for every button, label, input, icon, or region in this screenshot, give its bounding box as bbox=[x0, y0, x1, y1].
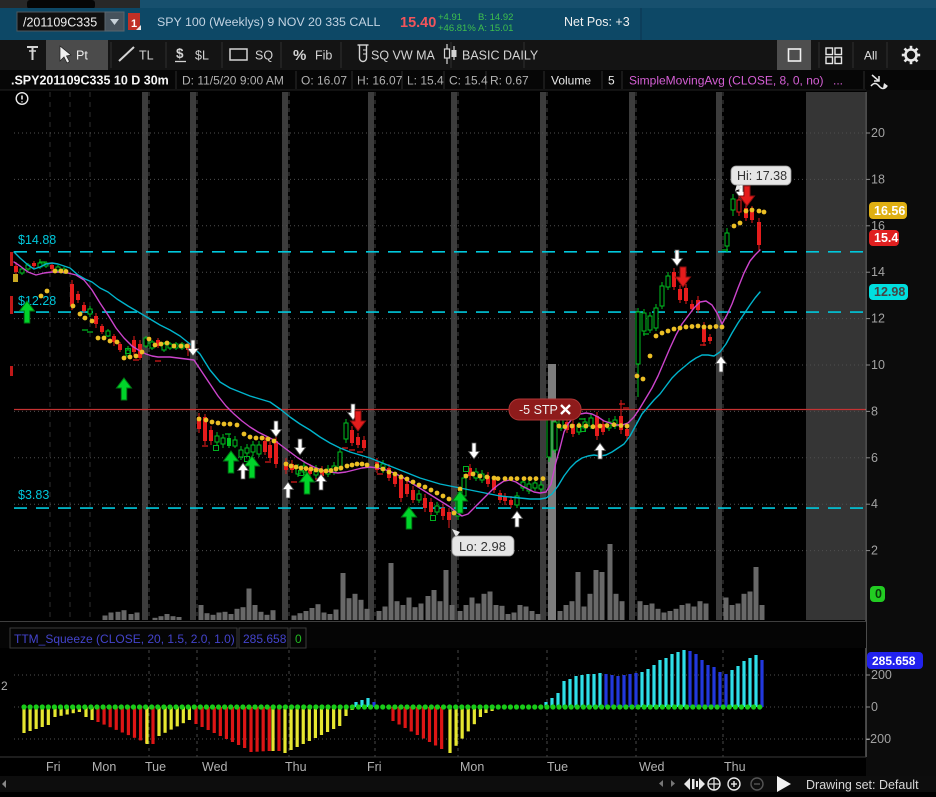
svg-text:$L: $L bbox=[195, 49, 209, 63]
svg-text:.SPY201109C335 10 D 30m: .SPY201109C335 10 D 30m bbox=[11, 74, 169, 88]
svg-text:+4.91: +4.91 bbox=[438, 12, 462, 23]
svg-text:L: 15.4: L: 15.4 bbox=[407, 74, 444, 88]
svg-text:15.40: 15.40 bbox=[400, 15, 436, 31]
svg-text:/201109C335: /201109C335 bbox=[23, 16, 97, 30]
svg-text:Mon: Mon bbox=[460, 760, 484, 774]
svg-text:Fri: Fri bbox=[46, 760, 61, 774]
svg-text:5: 5 bbox=[608, 74, 615, 88]
svg-text:0: 0 bbox=[871, 700, 878, 714]
svg-text:285.658: 285.658 bbox=[243, 632, 287, 646]
svg-text:2: 2 bbox=[871, 544, 878, 558]
svg-text:0: 0 bbox=[295, 632, 302, 646]
svg-text:Thu: Thu bbox=[285, 760, 307, 774]
svg-text:$3.83: $3.83 bbox=[18, 488, 49, 502]
svg-text:Lo: 2.98: Lo: 2.98 bbox=[459, 539, 506, 554]
svg-text:SPY 100 (Weeklys) 9 NOV 20 335: SPY 100 (Weeklys) 9 NOV 20 335 CALL bbox=[157, 15, 380, 29]
svg-text:C: 15.4: C: 15.4 bbox=[449, 74, 488, 88]
svg-text:4: 4 bbox=[871, 497, 878, 511]
svg-text:All: All bbox=[864, 49, 877, 63]
svg-text:...: ... bbox=[833, 74, 843, 88]
svg-text:$: $ bbox=[176, 46, 184, 61]
svg-text:B: 14.92: B: 14.92 bbox=[478, 12, 513, 23]
svg-text:14: 14 bbox=[871, 265, 885, 279]
svg-text:Wed: Wed bbox=[202, 760, 228, 774]
svg-text:-5 STP: -5 STP bbox=[519, 403, 558, 417]
svg-text:200: 200 bbox=[871, 668, 892, 682]
svg-text:-200: -200 bbox=[866, 732, 891, 746]
svg-text:20: 20 bbox=[871, 126, 885, 140]
svg-text:+46.81%: +46.81% bbox=[438, 23, 476, 34]
svg-text:Tue: Tue bbox=[547, 760, 568, 774]
svg-text:16.56: 16.56 bbox=[874, 204, 905, 218]
svg-text:Mon: Mon bbox=[92, 760, 116, 774]
svg-text:285.658: 285.658 bbox=[872, 654, 916, 668]
svg-text:1: 1 bbox=[131, 18, 137, 30]
svg-text:TL: TL bbox=[139, 49, 154, 63]
svg-text:0: 0 bbox=[875, 587, 882, 601]
svg-text:Tue: Tue bbox=[145, 760, 166, 774]
svg-text:18: 18 bbox=[871, 172, 885, 186]
svg-text:SQ: SQ bbox=[255, 49, 273, 63]
svg-text:A: 15.01: A: 15.01 bbox=[478, 23, 513, 34]
svg-text:10: 10 bbox=[871, 358, 885, 372]
svg-text:8: 8 bbox=[871, 404, 878, 418]
svg-text:Thu: Thu bbox=[724, 760, 746, 774]
svg-text:Net Pos: +3: Net Pos: +3 bbox=[564, 15, 630, 29]
svg-text:Fib: Fib bbox=[315, 49, 332, 63]
svg-text:6: 6 bbox=[871, 451, 878, 465]
svg-text:Hi: 17.38: Hi: 17.38 bbox=[737, 169, 787, 183]
svg-text:%: % bbox=[293, 47, 306, 64]
svg-text:H: 16.07: H: 16.07 bbox=[357, 74, 403, 88]
svg-text:Fri: Fri bbox=[367, 760, 382, 774]
svg-text:12.98: 12.98 bbox=[874, 285, 905, 299]
svg-text:D: 11/5/20 9:00 AM: D: 11/5/20 9:00 AM bbox=[182, 74, 284, 88]
svg-text:O: 16.07: O: 16.07 bbox=[301, 74, 347, 88]
svg-text:TTM_Squeeze (CLOSE, 20, 1.5, 2: TTM_Squeeze (CLOSE, 20, 1.5, 2.0, 1.0) bbox=[14, 632, 235, 646]
svg-text:Drawing set: Default: Drawing set: Default bbox=[806, 778, 919, 792]
svg-text:2: 2 bbox=[1, 679, 8, 693]
svg-text:Volume: Volume bbox=[551, 74, 591, 88]
svg-text:R: 0.67: R: 0.67 bbox=[490, 74, 529, 88]
svg-text:Pt: Pt bbox=[76, 49, 88, 63]
svg-text:Wed: Wed bbox=[639, 760, 665, 774]
svg-text:SQ VW MA: SQ VW MA bbox=[371, 49, 436, 63]
svg-text:$14.88: $14.88 bbox=[18, 233, 56, 247]
svg-text:15.4: 15.4 bbox=[874, 231, 898, 245]
svg-text:12: 12 bbox=[871, 312, 885, 326]
svg-text:SimpleMovingAvg (CLOSE, 8, 0,: SimpleMovingAvg (CLOSE, 8, 0, no) bbox=[629, 74, 824, 88]
svg-text:BASIC DAILY: BASIC DAILY bbox=[462, 49, 539, 63]
